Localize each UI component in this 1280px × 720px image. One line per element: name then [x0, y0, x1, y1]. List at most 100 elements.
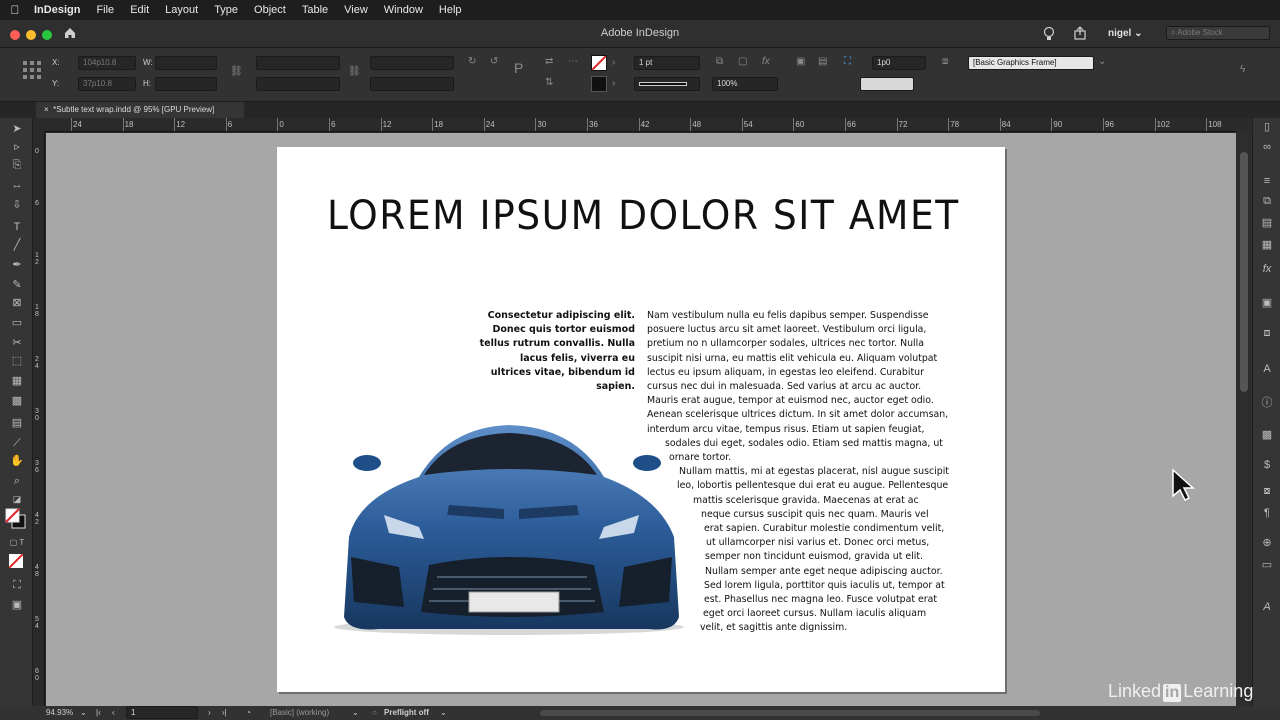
- character-styles-icon[interactable]: A: [1259, 362, 1275, 376]
- first-page-icon[interactable]: |‹: [96, 708, 101, 717]
- apple-icon[interactable]: : [0, 3, 30, 17]
- horizontal-ruler[interactable]: 24 18 12 6 0 6 12 18 24 30 36 42 48 54 60 66 72 78 84 90 96 1…: [45, 118, 1235, 132]
- wrap-offset-field[interactable]: 1p0: [872, 56, 926, 70]
- note-tool-icon[interactable]: ▤: [9, 416, 25, 430]
- flip-horizontal-icon[interactable]: ⇄: [545, 56, 553, 68]
- next-page-icon[interactable]: ›: [208, 708, 211, 717]
- object-styles-icon[interactable]: ⧇: [1259, 484, 1275, 498]
- type-on-path-icon[interactable]: P: [514, 61, 523, 75]
- share-icon[interactable]: [1073, 26, 1087, 40]
- wrap-shape-icon[interactable]: ⛶: [844, 56, 851, 68]
- drop-shadow-icon[interactable]: ▢: [738, 56, 747, 68]
- ruler-origin[interactable]: [33, 118, 45, 132]
- transform-panel-icon[interactable]: ▭: [1259, 558, 1275, 572]
- x-position-field[interactable]: 104p10.8: [78, 56, 136, 70]
- close-tab-icon[interactable]: ×: [44, 105, 49, 114]
- menu-type[interactable]: Type: [206, 4, 246, 16]
- rectangle-frame-tool-icon[interactable]: ⊠: [9, 296, 25, 310]
- user-menu[interactable]: nigel ⌄: [1108, 28, 1143, 39]
- gradient-feather-tool-icon[interactable]: ▩: [9, 394, 25, 408]
- preview-mode-icon[interactable]: ▣: [9, 598, 25, 612]
- pencil-tool-icon[interactable]: ✎: [9, 278, 25, 292]
- gradient-panel-icon[interactable]: ▩: [1259, 428, 1275, 442]
- eyedropper-tool-icon[interactable]: ⟋: [9, 436, 25, 450]
- scrollbar-thumb[interactable]: [1240, 152, 1248, 392]
- adobe-stock-search[interactable]: ⌕ Adobe Stock: [1166, 26, 1270, 40]
- hand-tool-icon[interactable]: ✋: [9, 454, 25, 468]
- y-position-field[interactable]: 37p10.8: [78, 77, 136, 91]
- constrain-proportions-icon[interactable]: ⛓: [230, 66, 243, 78]
- scale-x-field[interactable]: [256, 56, 340, 70]
- body-text-frame[interactable]: Nam vestibulum nulla eu felis dapibus se…: [647, 309, 957, 636]
- rotation-field[interactable]: [370, 56, 454, 70]
- glyphs-icon[interactable]: A: [1259, 600, 1275, 614]
- previous-page-icon[interactable]: ‹: [112, 708, 115, 717]
- stroke-type-select[interactable]: [634, 77, 700, 91]
- formatting-container-icon[interactable]: ▢ T: [9, 536, 25, 550]
- menu-table[interactable]: Table: [294, 4, 336, 16]
- headline-text-frame[interactable]: LOREM IPSUM DOLOR SIT AMET: [327, 193, 958, 239]
- rotate-ccw-icon[interactable]: ↺: [490, 56, 498, 68]
- paragraph-styles-icon[interactable]: ¶: [1259, 506, 1275, 520]
- open-page-icon[interactable]: ◔: [246, 708, 251, 717]
- rectangle-tool-icon[interactable]: ▭: [9, 316, 25, 330]
- select-container-icon[interactable]: ⋯: [568, 56, 578, 68]
- frame-fitting-icon[interactable]: ⧉: [716, 56, 723, 68]
- pages-icon[interactable]: ▯: [1259, 120, 1275, 134]
- screen-mode-icon[interactable]: ⛶: [9, 578, 25, 592]
- links-icon[interactable]: ∞: [1259, 140, 1275, 154]
- info-icon[interactable]: ⓘ: [1259, 396, 1275, 410]
- shear-field[interactable]: [370, 77, 454, 91]
- zoom-tool-icon[interactable]: ⌕: [9, 474, 25, 488]
- object-style-chevron-icon[interactable]: ⌄: [1098, 56, 1106, 68]
- text-wrap-panel-icon[interactable]: ▣: [1259, 296, 1275, 310]
- menu-help[interactable]: Help: [431, 4, 470, 16]
- gap-tool-icon[interactable]: ↔: [9, 178, 25, 192]
- stroke-menu-chevron-icon[interactable]: ›: [612, 78, 615, 90]
- lightbulb-icon[interactable]: [1043, 26, 1057, 42]
- working-style[interactable]: [Basic] (working): [270, 708, 329, 717]
- menu-layout[interactable]: Layout: [157, 4, 206, 16]
- swatches-icon[interactable]: $: [1259, 458, 1275, 472]
- menu-window[interactable]: Window: [376, 4, 431, 16]
- document-tab[interactable]: × *Subtle text wrap.indd @ 95% [GPU Prev…: [36, 102, 244, 118]
- free-transform-tool-icon[interactable]: ⬚: [9, 354, 25, 368]
- preflight-chevron-icon[interactable]: ⌄: [440, 708, 447, 717]
- page-tool-icon[interactable]: ⎘: [9, 158, 25, 172]
- fx-icon[interactable]: fx: [762, 56, 770, 68]
- stroke-swatch[interactable]: [591, 76, 607, 92]
- stroke-weight-field[interactable]: 1 pt: [634, 56, 700, 70]
- apply-none-icon[interactable]: [8, 553, 24, 569]
- default-colors-icon[interactable]: ◪: [9, 492, 25, 506]
- object-style-select[interactable]: [Basic Graphics Frame]: [968, 56, 1094, 70]
- page-number-field[interactable]: 1: [126, 706, 198, 719]
- menu-app-name[interactable]: InDesign: [30, 4, 88, 16]
- vertical-scrollbar[interactable]: [1236, 132, 1252, 706]
- horizontal-scrollbar[interactable]: [540, 710, 1040, 716]
- zoom-chevron-icon[interactable]: ⌄: [80, 708, 87, 717]
- align-stroke-icon[interactable]: ▣: [796, 56, 805, 68]
- opacity-field[interactable]: 100%: [712, 77, 778, 91]
- flip-vertical-icon[interactable]: ⇅: [545, 77, 553, 89]
- stroke-icon[interactable]: ▤: [1259, 216, 1275, 230]
- car-image-frame[interactable]: [329, 417, 699, 637]
- fill-menu-chevron-icon[interactable]: ›: [612, 57, 615, 69]
- height-field[interactable]: [155, 77, 217, 91]
- effects-icon[interactable]: fx: [1259, 262, 1275, 276]
- preflight-status[interactable]: Preflight off: [384, 708, 429, 717]
- align-panel-icon[interactable]: ⧈: [1259, 326, 1275, 340]
- menu-view[interactable]: View: [336, 4, 376, 16]
- menu-edit[interactable]: Edit: [122, 4, 157, 16]
- cc-libraries-icon[interactable]: ⊕: [1259, 536, 1275, 550]
- zoom-level[interactable]: 94.93%: [46, 708, 73, 717]
- document-page[interactable]: LOREM IPSUM DOLOR SIT AMET Consectetur a…: [277, 147, 1005, 692]
- text-wrap-icon[interactable]: ▤: [818, 56, 827, 68]
- pen-tool-icon[interactable]: ✒: [9, 258, 25, 272]
- scale-y-field[interactable]: [256, 77, 340, 91]
- type-tool-icon[interactable]: T: [9, 220, 25, 234]
- line-tool-icon[interactable]: ╱: [9, 238, 25, 252]
- color-icon[interactable]: ▦: [1259, 238, 1275, 252]
- direct-selection-tool-icon[interactable]: ▹: [9, 140, 25, 154]
- corner-shape-field[interactable]: [860, 77, 914, 91]
- scissors-tool-icon[interactable]: ✂: [9, 336, 25, 350]
